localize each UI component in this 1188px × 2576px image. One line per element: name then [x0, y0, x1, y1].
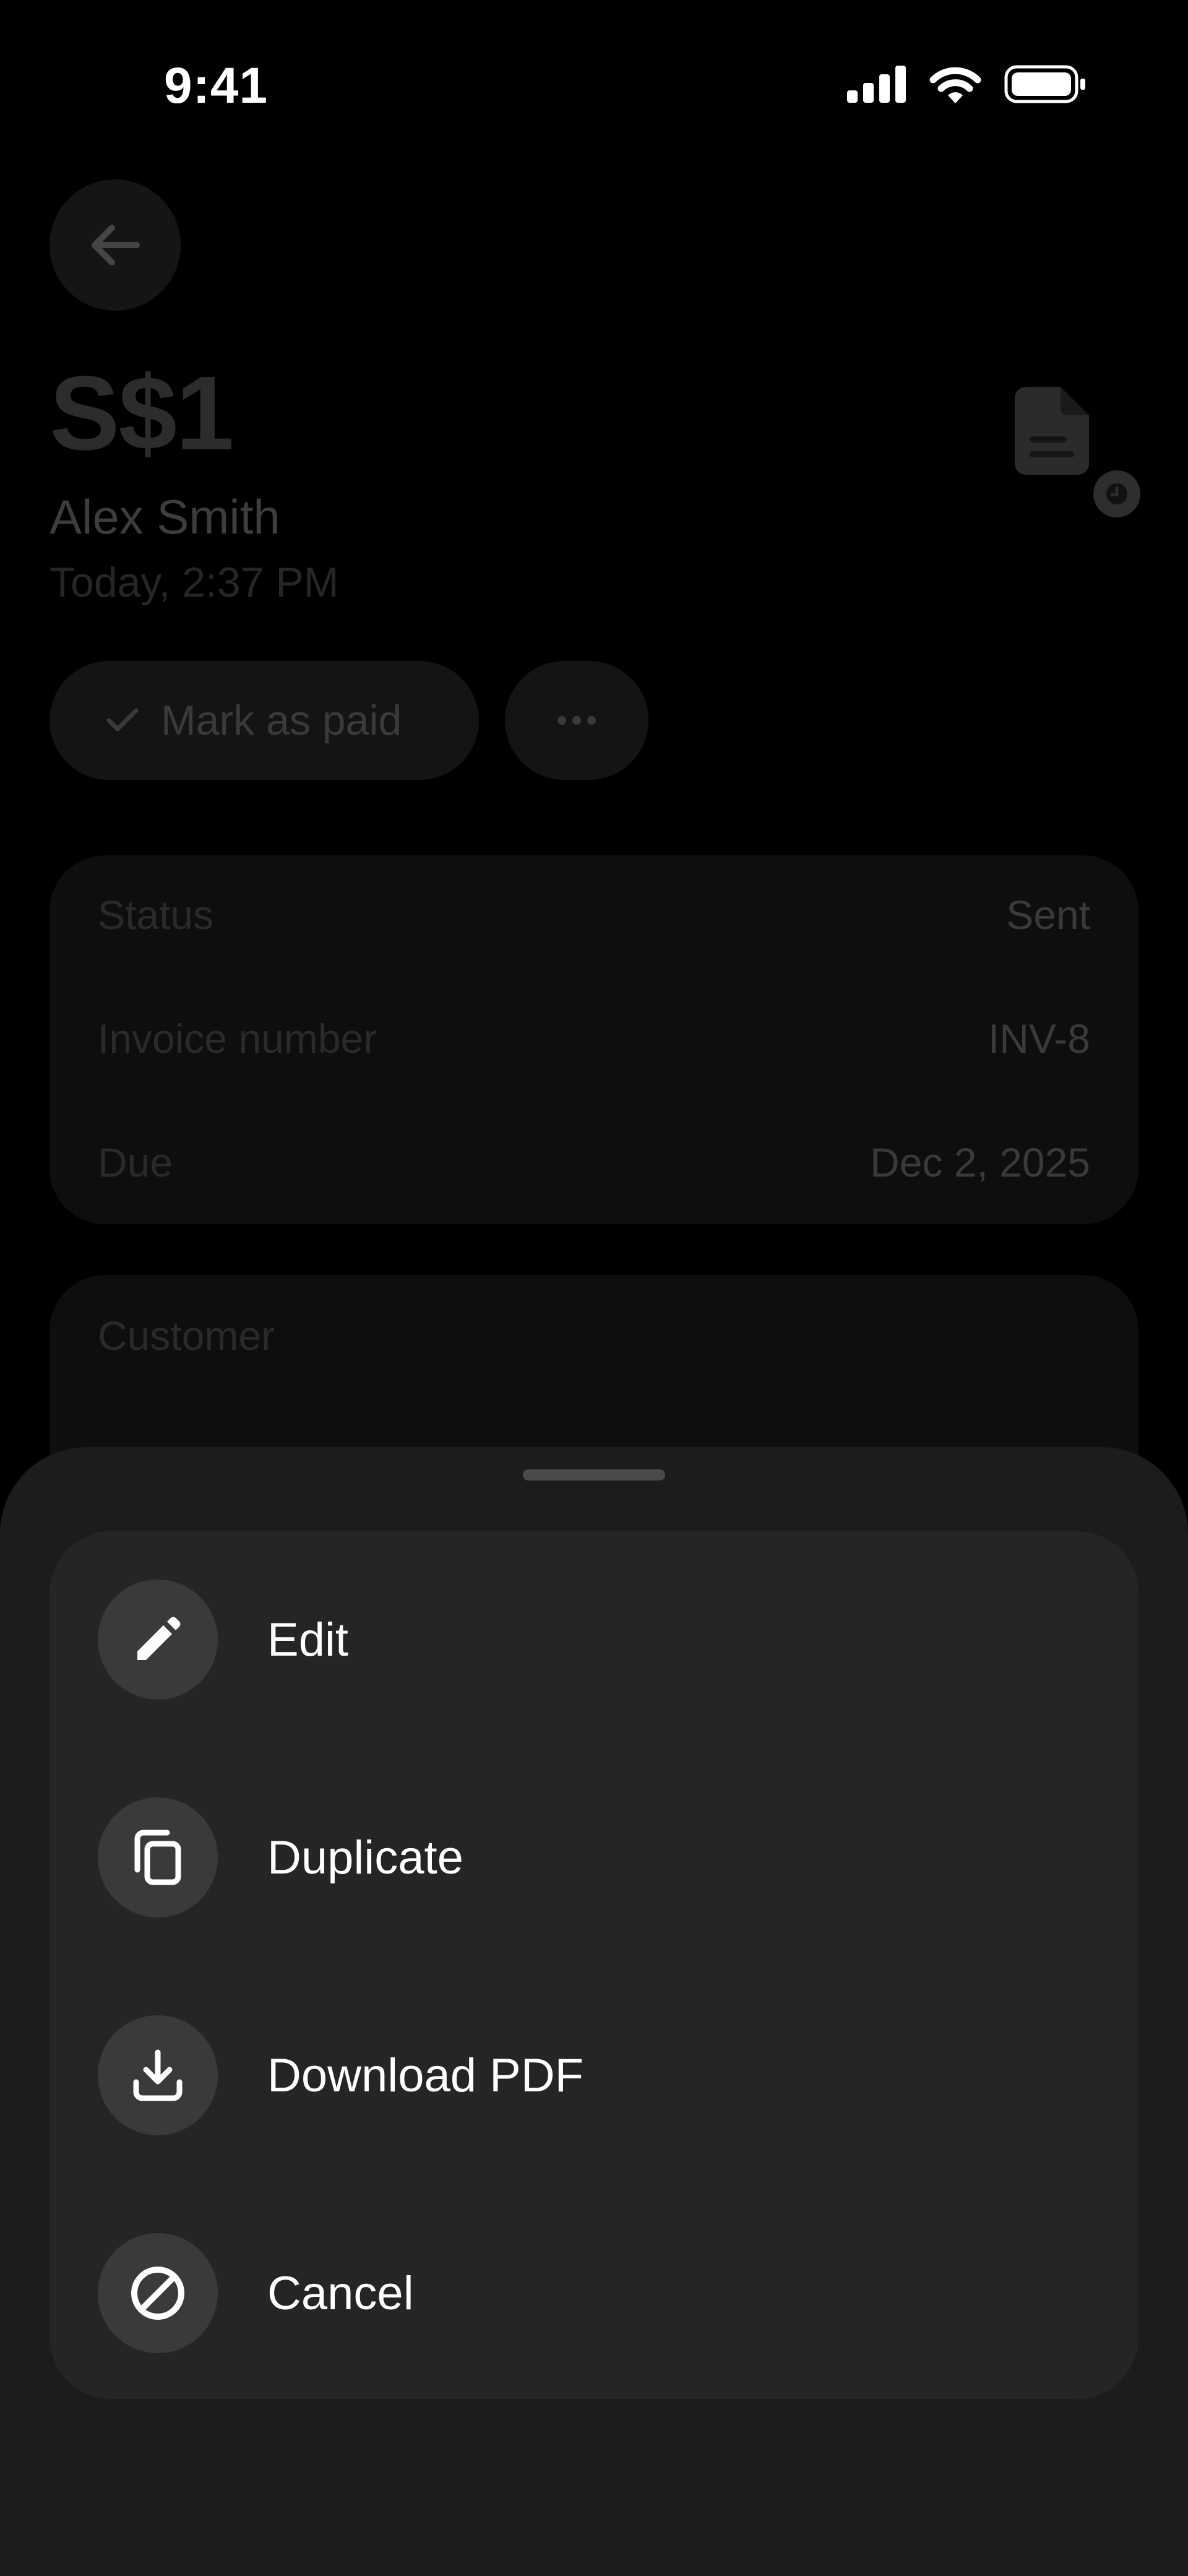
more-dots-icon [557, 716, 596, 725]
menu-item-icon-circle [98, 1797, 218, 1917]
menu-item-cancel[interactable]: Cancel [98, 2233, 414, 2353]
action-menu: Edit Duplicate Download PDF Cancel [50, 1531, 1138, 2399]
menu-item-label: Cancel [267, 2267, 414, 2320]
customer-name: Alex Smith [50, 490, 280, 544]
mark-as-paid-label: Mark as paid [161, 697, 402, 744]
clock-badge [1093, 470, 1140, 517]
checkmark-icon [106, 708, 139, 732]
customer-section-title: Customer [98, 1313, 275, 1359]
document-icon [1015, 387, 1089, 475]
invoice-amount: S$1 [50, 355, 234, 472]
clock-icon [1106, 483, 1127, 504]
pencil-icon [137, 1617, 181, 1660]
detail-row-due: Due Dec 2, 2025 [98, 1139, 1090, 1186]
detail-key: Due [98, 1139, 173, 1185]
menu-item-label: Download PDF [267, 2049, 584, 2102]
action-sheet: Edit Duplicate Download PDF Cancel [0, 1447, 1188, 2576]
detail-value: Sent [1006, 892, 1090, 938]
back-button[interactable] [50, 179, 181, 311]
menu-item-icon-circle [98, 2233, 218, 2353]
menu-item-label: Edit [267, 1613, 348, 1666]
cancel-icon [131, 2267, 184, 2320]
sheet-grabber[interactable] [523, 1469, 665, 1480]
menu-item-label: Duplicate [267, 1831, 463, 1884]
menu-item-duplicate[interactable]: Duplicate [98, 1797, 463, 1917]
invoice-created-time: Today, 2:37 PM [50, 559, 339, 606]
mark-as-paid-button[interactable]: Mark as paid [50, 661, 479, 780]
detail-value: Dec 2, 2025 [870, 1139, 1090, 1185]
more-options-button[interactable] [505, 661, 648, 780]
invoice-detail-background: S$1 Alex Smith Today, 2:37 PM Mark as pa… [0, 0, 1188, 1646]
download-icon [133, 2049, 183, 2101]
menu-item-icon-circle [98, 2015, 218, 2135]
detail-row-status: Status Sent [98, 891, 1090, 938]
detail-value: INV-8 [988, 1016, 1090, 1061]
detail-key: Invoice number [98, 1016, 377, 1061]
duplicate-icon [134, 1830, 181, 1885]
menu-item-edit[interactable]: Edit [98, 1580, 348, 1700]
invoice-details-card: Status Sent Invoice number INV-8 Due Dec… [50, 855, 1138, 1224]
arrow-left-icon [92, 225, 140, 266]
menu-item-icon-circle [98, 1580, 218, 1700]
menu-item-download-pdf[interactable]: Download PDF [98, 2015, 583, 2135]
detail-row-invoice-number: Invoice number INV-8 [98, 1015, 1090, 1062]
detail-key: Status [98, 892, 214, 938]
